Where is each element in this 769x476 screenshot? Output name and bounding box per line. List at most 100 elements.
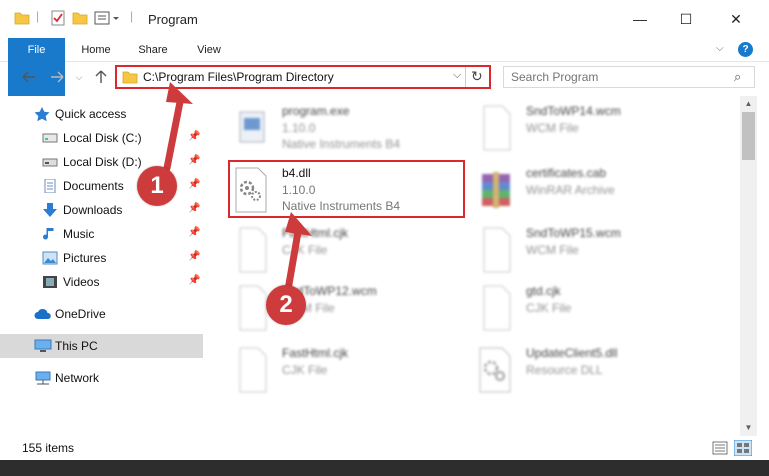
network-icon bbox=[34, 371, 51, 385]
pin-icon[interactable]: 📌 bbox=[188, 227, 200, 238]
scroll-down-icon[interactable]: ▼ bbox=[740, 420, 757, 436]
dll-gear-icon bbox=[476, 346, 516, 394]
window-frame-bottom bbox=[0, 460, 769, 476]
pin-icon[interactable]: 📌 bbox=[188, 179, 200, 190]
file-name: FastHtml.cjk bbox=[282, 226, 348, 240]
star-icon bbox=[34, 107, 50, 122]
file-name: gtd.cjk bbox=[526, 284, 561, 298]
properties-icon[interactable] bbox=[50, 10, 66, 28]
forward-button[interactable] bbox=[46, 66, 68, 88]
pin-icon[interactable]: 📌 bbox=[188, 275, 200, 286]
file-type: Resource DLL bbox=[526, 363, 603, 377]
nav-label: This PC bbox=[55, 339, 98, 353]
step-badge-2: 2 bbox=[266, 285, 306, 325]
help-button[interactable]: ? bbox=[738, 42, 753, 57]
music-icon bbox=[42, 227, 58, 241]
search-input[interactable] bbox=[504, 67, 724, 87]
folder-icon bbox=[122, 70, 138, 87]
file-item[interactable]: UpdateClient5.dll Resource DLL bbox=[476, 346, 716, 406]
nav-label: Quick access bbox=[55, 107, 127, 121]
search-box[interactable]: ⌕ bbox=[503, 66, 755, 88]
file-type: CJK File bbox=[282, 363, 328, 377]
file-item[interactable]: FastHtml.cjk CJK File bbox=[232, 346, 472, 406]
sidebar-item-local-disk-c[interactable]: Local Disk (C:) 📌 bbox=[0, 126, 203, 150]
expand-ribbon-icon[interactable]: ⌵ bbox=[716, 43, 724, 54]
address-path: C:\Program Files\Program Directory bbox=[143, 70, 334, 84]
pin-icon[interactable]: 📌 bbox=[188, 155, 200, 166]
sidebar-item-music[interactable]: Music 📌 bbox=[0, 222, 203, 246]
blank-file-icon bbox=[232, 346, 272, 394]
sidebar-item-network[interactable]: Network bbox=[0, 366, 203, 390]
refresh-icon[interactable]: ↻ bbox=[471, 68, 483, 85]
file-item[interactable]: FastHtml.cjk CJK File bbox=[232, 226, 472, 286]
drive-icon bbox=[42, 131, 58, 145]
recent-locations-icon[interactable]: ⌵ bbox=[68, 66, 90, 88]
item-count: 155 items bbox=[22, 441, 75, 455]
videos-icon bbox=[42, 275, 58, 289]
large-icons-view-icon[interactable] bbox=[733, 439, 753, 459]
tab-share[interactable]: Share bbox=[130, 38, 176, 62]
drive-icon bbox=[42, 155, 58, 169]
sidebar-item-onedrive[interactable]: OneDrive bbox=[0, 302, 203, 326]
nav-label: Local Disk (C:) bbox=[63, 131, 142, 145]
sidebar-item-downloads[interactable]: Downloads 📌 bbox=[0, 198, 203, 222]
new-folder-icon[interactable] bbox=[72, 10, 88, 28]
tab-view[interactable]: View bbox=[188, 38, 230, 62]
navigation-pane: Quick access Local Disk (C:) 📌 Local Dis… bbox=[0, 96, 208, 436]
sidebar-item-videos[interactable]: Videos 📌 bbox=[0, 270, 203, 294]
file-type: CJK File bbox=[526, 301, 572, 315]
file-name: program.exe bbox=[282, 104, 350, 118]
nav-label: Videos bbox=[63, 275, 100, 289]
nav-label: Downloads bbox=[63, 203, 123, 217]
nav-quick-access[interactable]: Quick access bbox=[0, 102, 203, 126]
view-options-icon[interactable] bbox=[94, 10, 122, 28]
divider: | bbox=[130, 9, 134, 23]
ribbon-tabs: File Home Share View ⌵ ? bbox=[0, 38, 769, 98]
scroll-thumb[interactable] bbox=[742, 112, 755, 160]
minimize-button[interactable]: — bbox=[617, 0, 663, 38]
details-view-icon[interactable] bbox=[712, 441, 728, 458]
maximize-button[interactable]: ☐ bbox=[663, 0, 709, 38]
exe-icon bbox=[232, 104, 272, 152]
sidebar-item-local-disk-d[interactable]: Local Disk (D:) 📌 bbox=[0, 150, 203, 174]
pin-icon[interactable]: 📌 bbox=[188, 131, 200, 142]
file-item[interactable]: program.exe 1.10.0 Native Instruments B4 bbox=[232, 104, 472, 164]
search-icon[interactable]: ⌕ bbox=[734, 69, 741, 85]
pictures-icon bbox=[42, 251, 58, 265]
file-highlight-box bbox=[228, 160, 465, 218]
pin-icon[interactable]: 📌 bbox=[188, 251, 200, 262]
sidebar-item-pictures[interactable]: Pictures 📌 bbox=[0, 246, 203, 270]
file-list: program.exe 1.10.0 Native Instruments B4… bbox=[208, 96, 740, 436]
file-item[interactable]: gtd.cjk CJK File bbox=[476, 284, 716, 344]
up-button[interactable] bbox=[90, 66, 112, 88]
back-button[interactable] bbox=[18, 66, 40, 88]
file-item[interactable]: SndToWP15.wcm WCM File bbox=[476, 226, 716, 286]
nav-label: Documents bbox=[63, 179, 124, 193]
nav-label: Network bbox=[55, 371, 100, 385]
file-name: SndToWP15.wcm bbox=[526, 226, 621, 240]
downloads-icon bbox=[42, 203, 58, 217]
file-name: certificates.cab bbox=[526, 166, 607, 180]
sidebar-item-this-pc[interactable]: This PC bbox=[0, 334, 203, 358]
divider bbox=[465, 67, 466, 87]
address-bar[interactable]: C:\Program Files\Program Directory ⌵ ↻ bbox=[115, 65, 491, 89]
file-name: SndToWP14.wcm bbox=[526, 104, 621, 118]
vertical-scrollbar[interactable]: ▲ ▼ bbox=[740, 96, 757, 436]
winrar-icon bbox=[476, 166, 516, 214]
title-bar: | | Program — ☐ ✕ bbox=[0, 0, 769, 38]
file-type: WinRAR Archive bbox=[526, 183, 615, 197]
folder-icon bbox=[14, 10, 30, 28]
blank-file-icon bbox=[476, 284, 516, 332]
scroll-up-icon[interactable]: ▲ bbox=[740, 96, 757, 112]
file-item[interactable]: SndToWP14.wcm WCM File bbox=[476, 104, 716, 164]
address-dropdown-icon[interactable]: ⌵ bbox=[453, 69, 461, 82]
tab-home[interactable]: Home bbox=[74, 38, 118, 62]
nav-label: Music bbox=[63, 227, 95, 241]
nav-label: OneDrive bbox=[55, 307, 106, 321]
file-version: 1.10.0 bbox=[282, 121, 316, 135]
computer-icon bbox=[34, 339, 52, 353]
pin-icon[interactable]: 📌 bbox=[188, 203, 200, 214]
file-item[interactable]: certificates.cab WinRAR Archive bbox=[476, 166, 716, 226]
close-button[interactable]: ✕ bbox=[713, 0, 759, 38]
nav-label: Local Disk (D:) bbox=[63, 155, 142, 169]
